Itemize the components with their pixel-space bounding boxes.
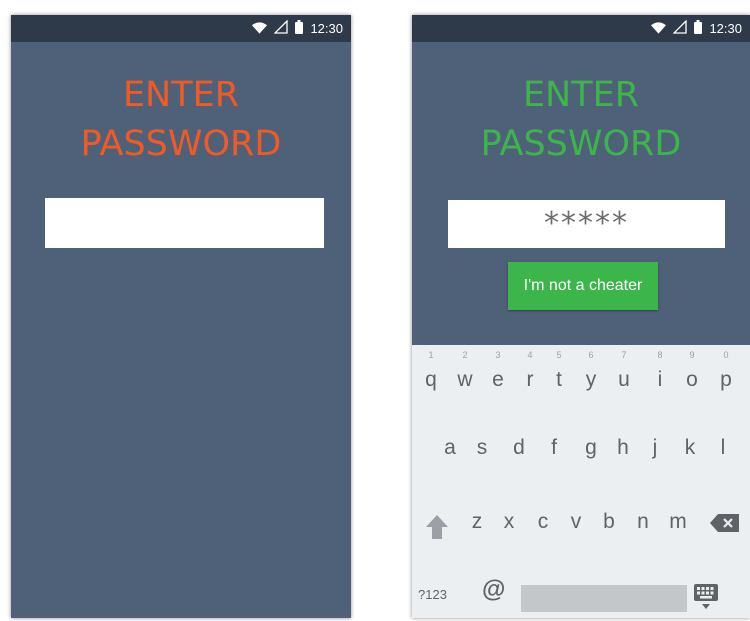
- key-label: l: [720, 436, 726, 459]
- on-screen-keyboard: 1q2w3e4r5t6y7u8i9o0p asdfghjkl zxcvbnm ?…: [412, 345, 750, 618]
- title-line-1: ENTER: [122, 75, 240, 115]
- key-label: y: [585, 368, 597, 391]
- space-bar[interactable]: [521, 585, 687, 612]
- at-key[interactable]: @: [482, 576, 505, 604]
- keyboard-hide-key[interactable]: [693, 583, 719, 615]
- left-phone-screen: 12:30 ENTER PASSWORD: [11, 15, 351, 618]
- key-f[interactable]: f: [538, 422, 570, 482]
- password-input[interactable]: [45, 198, 324, 248]
- key-label: p: [720, 368, 732, 391]
- key-h[interactable]: h: [607, 422, 639, 482]
- page-title: ENTER PASSWORD: [412, 71, 750, 169]
- signal-icon: [672, 19, 688, 38]
- symbols-key[interactable]: ?123: [418, 587, 447, 602]
- key-k[interactable]: k: [674, 422, 706, 482]
- status-bar: 12:30: [412, 15, 750, 42]
- key-label: b: [603, 510, 615, 533]
- key-label: w: [457, 368, 473, 391]
- key-label: m: [669, 510, 687, 533]
- right-phone-screen: 12:30 ENTER PASSWORD ***** I'm not a che…: [412, 15, 750, 618]
- key-label: k: [684, 436, 696, 459]
- key-m[interactable]: m: [662, 500, 694, 560]
- key-label: o: [686, 368, 698, 391]
- key-e[interactable]: 3e: [482, 345, 514, 405]
- title-line-1: ENTER: [522, 75, 640, 115]
- key-hint: 5: [556, 350, 562, 360]
- page-title: ENTER PASSWORD: [11, 71, 351, 169]
- title-line-2: PASSWORD: [80, 124, 282, 164]
- status-time: 12:30: [310, 21, 343, 36]
- key-q[interactable]: 1q: [415, 345, 447, 405]
- key-label: t: [556, 368, 562, 391]
- battery-icon: [694, 19, 703, 38]
- key-n[interactable]: n: [627, 500, 659, 560]
- key-label: z: [471, 510, 483, 533]
- key-label: s: [476, 436, 488, 459]
- key-hint: 7: [621, 350, 627, 360]
- key-t[interactable]: 5t: [543, 345, 575, 405]
- not-a-cheater-button[interactable]: I'm not a cheater: [508, 262, 658, 310]
- key-y[interactable]: 6y: [575, 345, 607, 405]
- key-a[interactable]: a: [434, 422, 466, 482]
- key-z[interactable]: z: [461, 500, 493, 560]
- key-o[interactable]: 9o: [676, 345, 708, 405]
- key-b[interactable]: b: [593, 500, 625, 560]
- key-label: x: [503, 510, 515, 533]
- key-g[interactable]: g: [575, 422, 607, 482]
- backspace-key[interactable]: [710, 513, 740, 537]
- key-l[interactable]: l: [707, 422, 739, 482]
- keyboard-row-4: ?123 @: [412, 565, 750, 618]
- key-i[interactable]: 8i: [644, 345, 676, 405]
- key-label: q: [425, 368, 437, 391]
- key-label: n: [637, 510, 649, 533]
- password-value: *****: [544, 206, 629, 241]
- key-hint: 1: [428, 350, 434, 360]
- keyboard-row-3: zxcvbnm: [412, 500, 750, 560]
- key-u[interactable]: 7u: [608, 345, 640, 405]
- keyboard-row-1: 1q2w3e4r5t6y7u8i9o0p: [412, 345, 750, 405]
- key-x[interactable]: x: [493, 500, 525, 560]
- key-s[interactable]: s: [466, 422, 498, 482]
- signal-icon: [273, 19, 289, 38]
- key-label: v: [570, 510, 582, 533]
- key-label: h: [617, 436, 629, 459]
- title-line-2: PASSWORD: [480, 124, 682, 164]
- key-label: c: [537, 510, 549, 533]
- battery-icon: [295, 19, 304, 38]
- key-hint: 3: [495, 350, 501, 360]
- key-label: f: [551, 436, 557, 459]
- key-label: j: [652, 436, 658, 459]
- wifi-icon: [651, 19, 667, 38]
- status-bar: 12:30: [11, 15, 351, 42]
- key-hint: 4: [527, 350, 533, 360]
- key-hint: 0: [723, 350, 729, 360]
- key-label: u: [618, 368, 630, 391]
- key-r[interactable]: 4r: [514, 345, 546, 405]
- key-w[interactable]: 2w: [449, 345, 481, 405]
- key-label: i: [657, 368, 663, 391]
- key-label: d: [513, 436, 525, 459]
- status-time: 12:30: [709, 21, 742, 36]
- key-p[interactable]: 0p: [710, 345, 742, 405]
- key-label: g: [585, 436, 597, 459]
- button-label: I'm not a cheater: [523, 277, 643, 294]
- key-d[interactable]: d: [503, 422, 535, 482]
- key-c[interactable]: c: [527, 500, 559, 560]
- key-hint: 6: [588, 350, 594, 360]
- wifi-icon: [252, 19, 268, 38]
- key-hint: 2: [462, 350, 468, 360]
- key-j[interactable]: j: [639, 422, 671, 482]
- keyboard-row-2: as d f ghj k l: [412, 422, 750, 482]
- key-label: r: [526, 368, 534, 391]
- key-v[interactable]: v: [560, 500, 592, 560]
- key-label: a: [444, 436, 456, 459]
- key-label: e: [492, 368, 504, 391]
- key-hint: 8: [657, 350, 663, 360]
- key-hint: 9: [689, 350, 695, 360]
- password-input[interactable]: *****: [448, 200, 725, 248]
- shift-key[interactable]: [425, 514, 449, 544]
